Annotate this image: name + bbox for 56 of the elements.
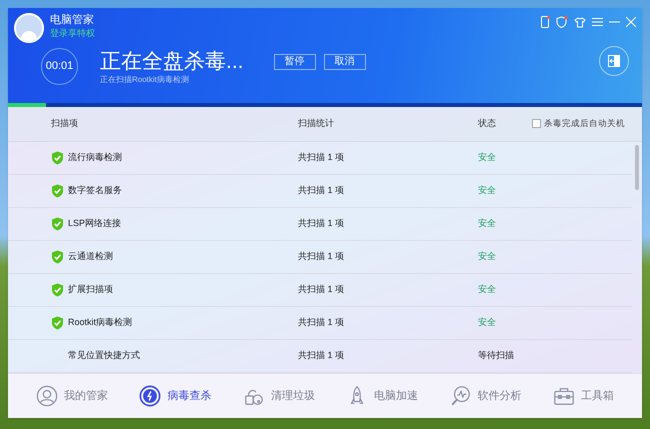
shield-check-icon <box>51 282 64 297</box>
person-icon <box>36 384 58 407</box>
lightning-circle-icon <box>139 384 162 407</box>
scrollbar <box>635 144 639 190</box>
pause-button[interactable]: 暂停 <box>274 54 316 70</box>
column-header: 扫描项 <box>50 116 79 130</box>
scan-item: LSP网络连接 <box>68 216 122 230</box>
scan-count: 共扫描 1 项 <box>298 250 346 263</box>
scan-item: 数字签名服务 <box>68 184 122 197</box>
shield-icon[interactable] <box>556 16 568 28</box>
shirt-icon[interactable] <box>574 16 586 28</box>
avatar-icon <box>14 13 44 43</box>
shield-check-icon <box>51 316 64 330</box>
scan-count: 共扫描 1 项 <box>298 184 346 197</box>
shield-check-icon <box>51 150 64 165</box>
scan-status: 安全 <box>478 316 496 329</box>
nav-tab[interactable]: 清理垃圾 <box>242 384 315 407</box>
shield-check-icon <box>51 216 64 231</box>
scan-subtitle: 正在扫描Rootkit病毒检测 <box>100 76 190 84</box>
column-header: 扫描统计 <box>298 116 335 130</box>
scan-item: 常见位置快捷方式 <box>68 348 140 362</box>
scan-status: 安全 <box>478 282 496 296</box>
nav-tab[interactable]: 电脑加速 <box>346 384 418 407</box>
cancel-button[interactable]: 取消 <box>324 54 366 70</box>
app-name: 电脑管家 <box>50 15 95 26</box>
exit-icon <box>608 54 620 66</box>
nav-tab[interactable]: 我的管家 <box>36 384 108 407</box>
timer: 00:01 <box>41 48 78 85</box>
nav-tab[interactable]: 病毒查杀 <box>139 384 212 407</box>
shield-check-icon <box>51 250 64 264</box>
scan-item: 云通道检测 <box>68 250 113 263</box>
nav-tab[interactable]: 工具箱 <box>552 384 614 407</box>
scan-count: 共扫描 1 项 <box>298 150 346 164</box>
scan-status: 安全 <box>478 250 496 263</box>
scan-count: 共扫描 1 项 <box>298 282 346 296</box>
auto-shutdown-checkbox[interactable]: 杀毒完成后自动关机 <box>532 117 625 130</box>
magnifier-chart-icon <box>450 384 472 407</box>
nav-tab[interactable]: 软件分析 <box>450 384 522 407</box>
scan-item: 扩展扫描项 <box>68 282 113 296</box>
phone-icon[interactable] <box>540 16 550 28</box>
scan-status: 安全 <box>478 216 496 230</box>
menu-icon[interactable] <box>592 17 603 27</box>
scan-count: 共扫描 1 项 <box>298 216 346 230</box>
scan-status: 等待扫描 <box>478 348 514 362</box>
scan-count: 共扫描 1 项 <box>298 316 346 329</box>
login-link[interactable]: 登录享特权 <box>50 29 95 38</box>
shield-check-icon <box>51 184 64 198</box>
scan-item: 流行病毒检测 <box>68 150 122 164</box>
scan-item: Rootkit病毒检测 <box>68 316 132 329</box>
scan-status: 安全 <box>478 184 496 197</box>
close-icon[interactable] <box>626 17 636 27</box>
exit-button[interactable] <box>599 46 629 76</box>
scan-count: 共扫描 1 项 <box>298 348 346 362</box>
scan-title: 正在全盘杀毒... <box>100 49 244 76</box>
column-header: 状态 <box>478 116 497 130</box>
scan-status: 安全 <box>478 150 496 164</box>
